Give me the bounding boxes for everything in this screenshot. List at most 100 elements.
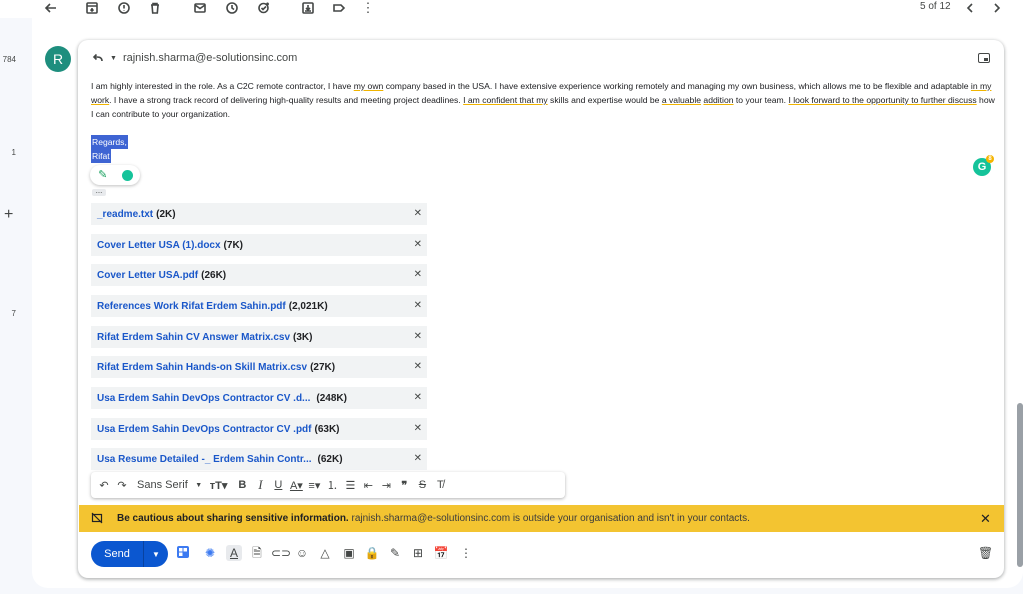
formatting-options-icon[interactable]: A xyxy=(226,545,242,561)
attachment-name[interactable]: Usa Erdem Sahin DevOps Contractor CV .pd… xyxy=(97,424,312,435)
quote-icon[interactable]: ❞ xyxy=(397,479,411,492)
back-arrow-icon[interactable] xyxy=(43,0,59,16)
attachment-name[interactable]: Cover Letter USA.pdf xyxy=(97,270,198,281)
attachment-size: (63K) xyxy=(314,423,340,435)
scrollbar[interactable] xyxy=(1017,403,1023,567)
insert-link-icon[interactable]: ⊂⊃ xyxy=(271,545,291,561)
indent-less-icon[interactable]: ⇤ xyxy=(361,479,375,492)
bulleted-list-icon[interactable]: ☰ xyxy=(343,479,357,492)
insert-photo-icon[interactable]: ▣ xyxy=(341,545,357,561)
attachment-name[interactable]: Rifat Erdem Sahin CV Answer Matrix.csv xyxy=(97,332,290,343)
avatar: R xyxy=(45,46,71,72)
signature-pen-icon[interactable]: ✎ xyxy=(387,545,403,561)
grammar-suggestion[interactable]: my own xyxy=(354,81,384,91)
strikethrough-icon[interactable]: S xyxy=(415,479,429,491)
grammar-suggestion[interactable]: a valuable xyxy=(662,95,701,105)
older-chevron-icon[interactable] xyxy=(989,0,1005,16)
gemini-icon[interactable]: ✺ xyxy=(202,545,218,561)
remove-attachment-icon[interactable]: ✕ xyxy=(414,239,422,250)
message-body[interactable]: I am highly interested in the role. As a… xyxy=(91,79,996,121)
font-dropdown-icon[interactable]: ▼ xyxy=(192,482,206,489)
body-text: skills and expertise would be xyxy=(547,95,662,105)
remove-attachment-icon[interactable]: ✕ xyxy=(414,423,422,434)
attachment-chip[interactable]: _readme.txt (2K) ✕ xyxy=(91,203,427,225)
align-icon[interactable]: ≡▾ xyxy=(307,479,321,492)
remove-attachment-icon[interactable]: ✕ xyxy=(414,269,422,280)
show-trimmed-content-button[interactable]: ... xyxy=(92,187,106,196)
archive-icon[interactable] xyxy=(84,0,100,16)
layouts-icon[interactable]: ⊞ xyxy=(410,545,426,561)
italic-icon[interactable]: I xyxy=(253,477,267,493)
confidential-mode-icon[interactable]: 🔒 xyxy=(364,545,380,561)
report-spam-icon[interactable] xyxy=(116,0,132,16)
grammar-suggestion[interactable]: I look forward to the opportunity to fur… xyxy=(788,95,976,105)
move-to-icon[interactable] xyxy=(300,0,316,16)
rewrite-pencil-icon[interactable]: ✎ xyxy=(97,169,109,181)
schedule-event-icon[interactable]: 📅 xyxy=(433,545,449,561)
attachment-name[interactable]: Rifat Erdem Sahin Hands-on Skill Matrix.… xyxy=(97,362,307,373)
body-text: company based in the USA. I have extensi… xyxy=(383,81,971,91)
bold-icon[interactable]: B xyxy=(235,479,249,491)
grammar-suggestion[interactable]: I am confident that my xyxy=(463,95,548,105)
attachment-name[interactable]: Usa Resume Detailed -_ Erdem Sahin Contr… xyxy=(97,454,312,465)
discard-draft-icon[interactable]: 🗑 xyxy=(978,546,993,560)
remove-attachment-icon[interactable]: ✕ xyxy=(414,453,422,464)
reply-icon[interactable] xyxy=(92,52,104,64)
count-label: 784 xyxy=(2,55,16,64)
attachment-name[interactable]: References Work Rifat Erdem Sahin.pdf xyxy=(97,301,286,312)
remove-attachment-icon[interactable]: ✕ xyxy=(414,361,422,372)
emoji-icon[interactable]: ☺ xyxy=(294,545,310,561)
numbered-list-icon[interactable]: ⒈ xyxy=(325,477,339,493)
remove-attachment-icon[interactable]: ✕ xyxy=(414,331,422,342)
indent-more-icon[interactable]: ⇥ xyxy=(379,479,393,492)
newer-chevron-icon[interactable] xyxy=(962,0,978,16)
attachment-name[interactable]: Usa Erdem Sahin DevOps Contractor CV .d.… xyxy=(97,393,310,404)
send-options-icon[interactable]: ▼ xyxy=(144,550,168,559)
attachment-size: (7K) xyxy=(223,239,243,251)
mark-unread-icon[interactable] xyxy=(192,0,208,16)
recipient-email: rajnish.sharma@e-solutionsinc.com xyxy=(122,52,298,64)
attachment-name[interactable]: Cover Letter USA (1).docx xyxy=(97,240,221,251)
redo-icon[interactable]: ↷ xyxy=(115,479,129,492)
selection-tools: ✎ xyxy=(90,165,140,185)
undo-icon[interactable]: ↶ xyxy=(97,479,111,492)
templates-icon[interactable] xyxy=(175,545,191,561)
pop-out-icon[interactable] xyxy=(978,53,990,63)
reply-type-dropdown-icon[interactable]: ▼ xyxy=(110,55,117,62)
more-options-icon[interactable]: ⋮ xyxy=(458,545,474,561)
attach-file-icon[interactable]: 🗎 xyxy=(249,545,265,561)
signature-line: Regards, xyxy=(91,135,128,149)
attachment-chip[interactable]: Cover Letter USA (1).docx (7K) ✕ xyxy=(91,234,427,256)
attachment-chip[interactable]: Rifat Erdem Sahin Hands-on Skill Matrix.… xyxy=(91,356,427,378)
underline-icon[interactable]: U xyxy=(271,479,285,491)
remove-formatting-icon[interactable]: T̸ xyxy=(433,479,447,491)
grammarly-icon[interactable]: G 8 xyxy=(973,155,994,176)
remove-attachment-icon[interactable]: ✕ xyxy=(414,208,422,219)
delete-icon[interactable] xyxy=(147,0,163,16)
attachment-chip[interactable]: Rifat Erdem Sahin CV Answer Matrix.csv (3… xyxy=(91,326,427,348)
font-family-select[interactable]: Sans Serif xyxy=(137,479,188,491)
add-to-tasks-icon[interactable] xyxy=(256,0,272,16)
reply-recipient-row[interactable]: ▼ rajnish.sharma@e-solutionsinc.com xyxy=(92,52,297,64)
font-size-icon[interactable]: тT▾ xyxy=(210,479,228,492)
attachment-chip[interactable]: Usa Erdem Sahin DevOps Contractor CV .pd… xyxy=(91,418,427,440)
text-color-icon[interactable]: A▾ xyxy=(289,479,303,492)
attachment-size: (2K) xyxy=(156,208,176,220)
attachment-chip[interactable]: Usa Erdem Sahin DevOps Contractor CV .d.… xyxy=(91,387,427,409)
grammarly-assist-icon[interactable] xyxy=(122,169,134,181)
drive-icon[interactable]: △ xyxy=(317,545,333,561)
send-button[interactable]: Send xyxy=(91,548,143,560)
label-icon[interactable] xyxy=(331,0,347,16)
remove-attachment-icon[interactable]: ✕ xyxy=(414,300,422,311)
snooze-icon[interactable] xyxy=(224,0,240,16)
plus-icon[interactable]: + xyxy=(4,206,13,224)
attachment-chip[interactable]: Usa Resume Detailed -_ Erdem Sahin Contr… xyxy=(91,448,427,470)
signature[interactable]: Regards, Rifat xyxy=(91,135,128,163)
close-warning-icon[interactable]: ✕ xyxy=(980,511,991,527)
attachment-name[interactable]: _readme.txt xyxy=(97,209,153,220)
attachment-chip[interactable]: Cover Letter USA.pdf (26K) ✕ xyxy=(91,264,427,286)
more-options-icon[interactable]: ⋮ xyxy=(360,0,376,16)
grammar-suggestion[interactable]: addition xyxy=(703,95,733,105)
remove-attachment-icon[interactable]: ✕ xyxy=(414,392,422,403)
attachment-chip[interactable]: References Work Rifat Erdem Sahin.pdf (2,… xyxy=(91,295,427,317)
